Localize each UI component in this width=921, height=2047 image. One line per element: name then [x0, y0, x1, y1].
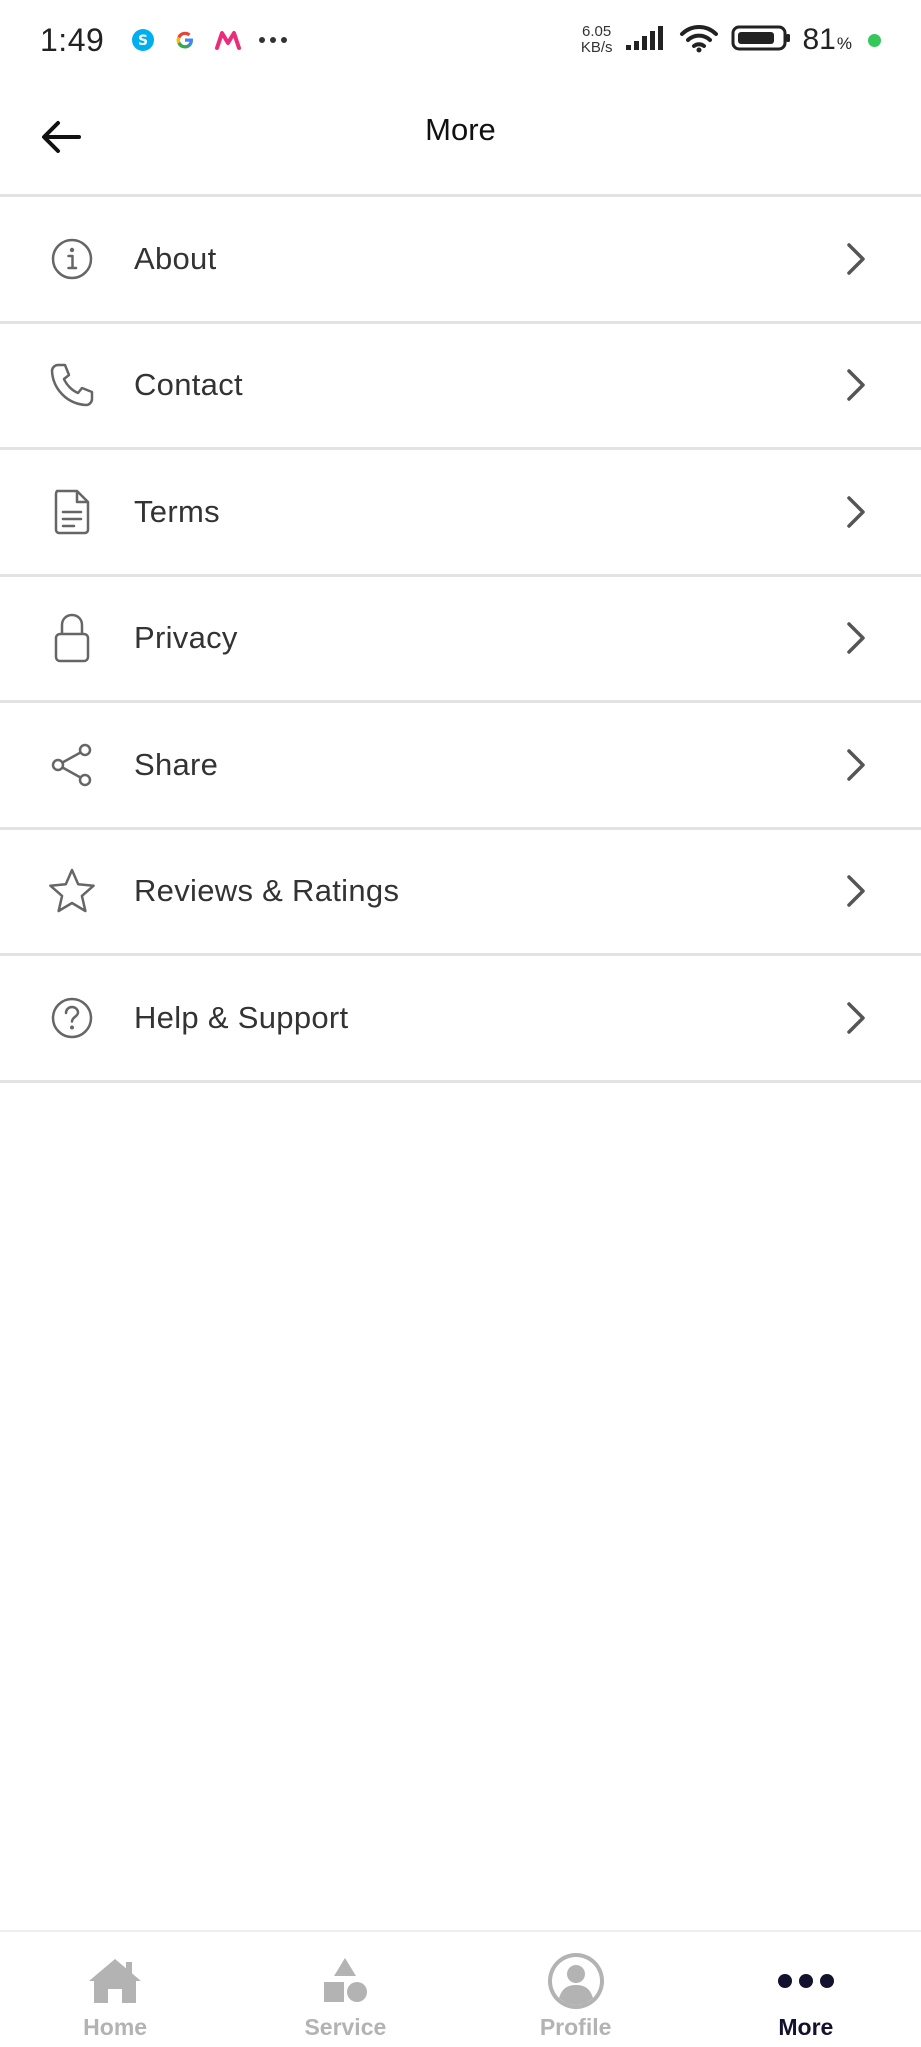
help-icon	[46, 992, 98, 1044]
status-right: 6.05 KB/s 81 %	[581, 0, 881, 80]
lock-icon	[46, 612, 98, 664]
bottom-nav: Home Service Profile More	[0, 1930, 921, 2047]
menu-item-reviews-ratings[interactable]: Reviews & Ratings	[0, 830, 921, 956]
star-icon	[46, 865, 98, 917]
phone-icon	[46, 359, 98, 411]
network-speed: 6.05 KB/s	[581, 24, 613, 56]
status-bar: 1:49 S 6.05 KB/s 81 %	[0, 0, 921, 80]
chevron-right-icon	[841, 492, 871, 532]
app-bar: More	[0, 80, 921, 197]
info-icon	[46, 233, 98, 285]
menu-item-label: Reviews & Ratings	[134, 873, 400, 909]
menu-item-about[interactable]: About	[0, 197, 921, 324]
menu-item-label: Terms	[134, 493, 220, 529]
battery-percent: 81 %	[803, 23, 853, 57]
menu-list: About Contact Terms Privacy Share Review…	[0, 197, 921, 1083]
nav-item-profile[interactable]: Profile	[461, 1932, 691, 2047]
menu-item-label: Share	[134, 746, 219, 782]
menu-item-help-support[interactable]: Help & Support	[0, 956, 921, 1083]
dots-icon	[777, 1950, 835, 2012]
menu-item-label: Privacy	[134, 620, 238, 656]
chevron-right-icon	[841, 871, 871, 911]
battery-icon	[731, 24, 791, 57]
nav-label: Home	[83, 2014, 148, 2040]
myntra-icon	[214, 28, 242, 52]
nav-label: More	[778, 2014, 834, 2040]
more-dots-icon	[258, 35, 288, 45]
chevron-right-icon	[841, 239, 871, 279]
home-icon	[86, 1950, 144, 2012]
svg-text:S: S	[138, 33, 148, 49]
nav-item-more[interactable]: More	[691, 1932, 921, 2047]
nav-item-home[interactable]: Home	[0, 1932, 230, 2047]
menu-item-label: Help & Support	[134, 999, 349, 1035]
battery-percent-value: 81	[802, 23, 836, 56]
menu-item-contact[interactable]: Contact	[0, 324, 921, 450]
chevron-right-icon	[841, 365, 871, 405]
menu-item-label: Contact	[134, 367, 243, 403]
shapes-icon	[319, 1950, 371, 2012]
user-icon	[546, 1950, 606, 2012]
nav-label: Profile	[539, 2014, 612, 2040]
status-time: 1:49	[40, 21, 105, 58]
chevron-right-icon	[841, 745, 871, 785]
signal-icon	[625, 25, 667, 56]
menu-item-terms[interactable]: Terms	[0, 450, 921, 577]
document-icon	[46, 486, 98, 538]
skype-icon: S	[130, 27, 156, 53]
page-title: More	[425, 112, 496, 147]
menu-item-label: About	[134, 240, 217, 276]
menu-item-share[interactable]: Share	[0, 703, 921, 830]
more-screen: 1:49 S 6.05 KB/s 81 % More About Contact…	[0, 0, 921, 2047]
battery-percent-unit: %	[836, 34, 852, 53]
chevron-right-icon	[841, 998, 871, 1038]
share-icon	[46, 739, 98, 791]
nav-label: Service	[304, 2014, 387, 2040]
menu-item-privacy[interactable]: Privacy	[0, 577, 921, 703]
google-icon	[172, 27, 198, 53]
net-speed-value: 6.05	[582, 23, 612, 40]
net-speed-unit: KB/s	[580, 39, 613, 56]
wifi-icon	[679, 23, 719, 58]
notification-icons: S	[130, 27, 288, 53]
nav-item-service[interactable]: Service	[230, 1932, 460, 2047]
charging-dot	[868, 33, 881, 47]
chevron-right-icon	[841, 618, 871, 658]
